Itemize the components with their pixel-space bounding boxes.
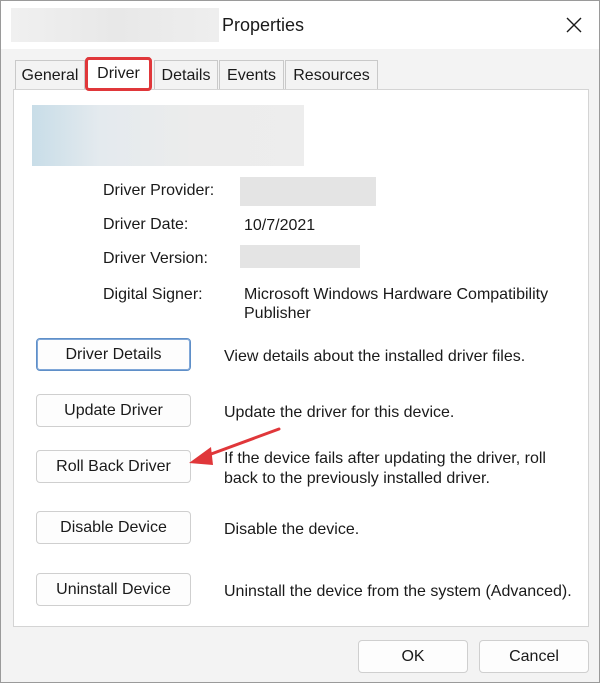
driver-provider-label: Driver Provider: — [103, 182, 215, 199]
tab-resources[interactable]: Resources — [285, 60, 378, 89]
disable-device-description: Disable the device. — [224, 521, 360, 538]
disable-device-button[interactable]: Disable Device — [36, 511, 191, 544]
driver-date-label: Driver Date: — [103, 216, 189, 233]
driver-details-description: View details about the installed driver … — [224, 348, 526, 365]
uninstall-device-button[interactable]: Uninstall Device — [36, 573, 191, 606]
update-driver-description: Update the driver for this device. — [224, 404, 455, 421]
ok-button[interactable]: OK — [358, 640, 468, 673]
blurred-device-name — [11, 8, 219, 42]
tab-details[interactable]: Details — [154, 60, 218, 89]
roll-back-driver-button[interactable]: Roll Back Driver — [36, 450, 191, 483]
annotation-arrow-icon — [189, 427, 281, 465]
blurred-provider-value — [240, 177, 376, 206]
blurred-device-header — [32, 105, 304, 166]
driver-details-button[interactable]: Driver Details — [36, 338, 191, 371]
uninstall-device-description: Uninstall the device from the system (Ad… — [224, 583, 572, 600]
cancel-button[interactable]: Cancel — [479, 640, 589, 673]
driver-tab-highlight — [85, 57, 152, 91]
title-bar: Properties — [1, 1, 599, 49]
close-icon — [566, 17, 582, 33]
tab-general[interactable]: General — [15, 60, 85, 89]
window-title: Properties — [222, 15, 305, 35]
tab-events[interactable]: Events — [219, 60, 284, 89]
update-driver-button[interactable]: Update Driver — [36, 394, 191, 427]
properties-dialog: Properties General Driver Details Events… — [0, 0, 600, 683]
close-button[interactable] — [549, 1, 599, 49]
digital-signer-value: Microsoft Windows Hardware Compatibility… — [244, 286, 549, 322]
driver-tab-panel: Driver Provider: Driver Date: 10/7/2021 … — [13, 89, 589, 627]
digital-signer-label: Digital Signer: — [103, 286, 203, 303]
driver-version-label: Driver Version: — [103, 250, 208, 267]
blurred-version-value — [240, 245, 360, 268]
driver-date-value: 10/7/2021 — [244, 217, 316, 234]
